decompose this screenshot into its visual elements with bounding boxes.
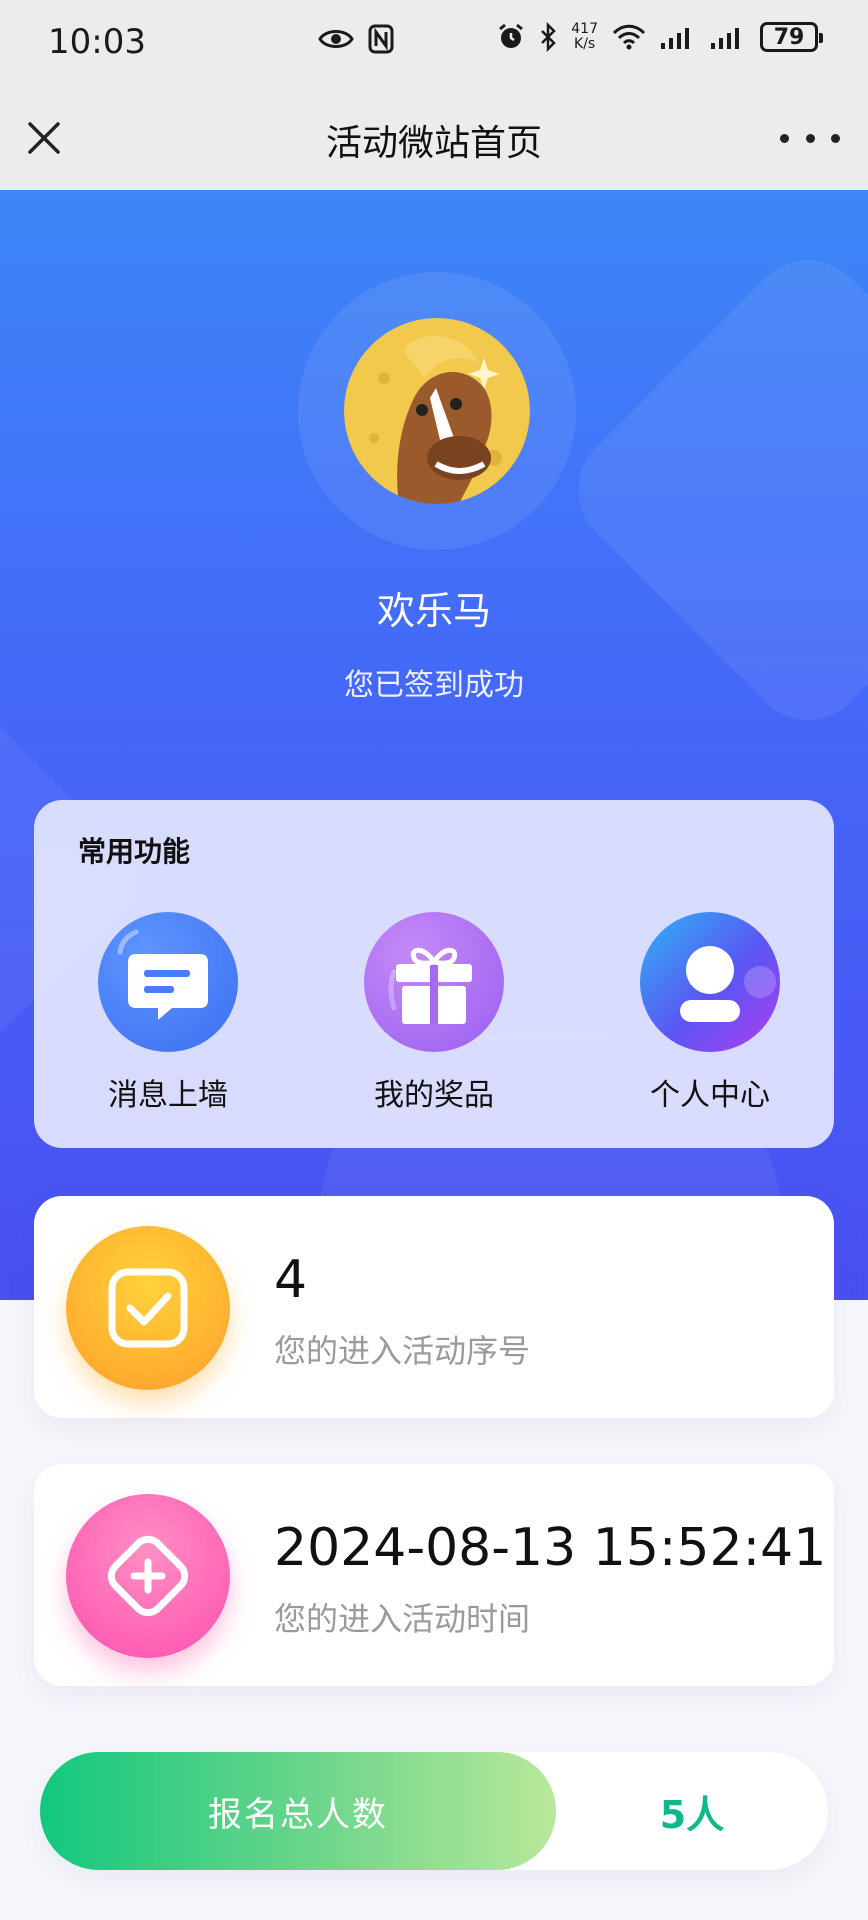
status-icons-right: 417 K/s 79: [497, 22, 823, 52]
alarm-icon: [499, 23, 524, 48]
total-registrants-value: 5人: [659, 1792, 725, 1837]
entry-number-label: 您的进入活动序号: [274, 1332, 531, 1370]
feature-my-prizes[interactable]: 我的奖品: [334, 912, 534, 1114]
features-title: 常用功能: [78, 835, 191, 868]
horse-avatar-image: [344, 318, 530, 504]
total-registrants-button[interactable]: 报名总人数: [40, 1752, 556, 1870]
status-time: 10:03: [48, 22, 146, 62]
user-icon[interactable]: [640, 912, 780, 1052]
signal-icon-2: [711, 28, 739, 49]
entry-time-value: 2024-08-13 15:52:41: [274, 1518, 827, 1578]
entry-time-label: 您的进入活动时间: [274, 1600, 531, 1638]
nav-bar: 活动微站首页: [0, 88, 868, 190]
net-speed-value: 417: [571, 21, 598, 37]
total-registrants-bar: 报名总人数 5人: [40, 1752, 828, 1870]
net-speed-unit: K/s: [574, 36, 596, 52]
nfc-icon: [368, 24, 394, 54]
feature-personal-center[interactable]: 个人中心: [610, 912, 810, 1114]
checkbox-icon: [66, 1226, 230, 1390]
bluetooth-icon: [541, 22, 557, 52]
feature-label: 我的奖品: [374, 1078, 494, 1113]
common-features-card: 常用功能 消息上墙 我的奖品 个人中心: [34, 800, 834, 1148]
gift-icon[interactable]: [364, 912, 504, 1052]
eye-icon: [318, 30, 354, 48]
feature-label: 消息上墙: [108, 1078, 228, 1113]
page-title: 活动微站首页: [325, 123, 542, 164]
checkin-status: 您已签到成功: [344, 668, 524, 703]
feature-label: 个人中心: [650, 1078, 770, 1113]
message-icon[interactable]: [98, 912, 238, 1052]
signal-icon: [661, 28, 689, 49]
more-dots-icon[interactable]: [780, 118, 840, 158]
status-icons-left: [318, 24, 394, 54]
avatar[interactable]: [344, 318, 530, 504]
net-speed: 417 K/s: [571, 22, 598, 52]
entry-time-card: 2024-08-13 15:52:41 您的进入活动时间: [34, 1464, 834, 1686]
battery-indicator: 79: [760, 22, 823, 52]
status-bar: 10:03 417 K/s 79: [0, 0, 868, 88]
feature-message-wall[interactable]: 消息上墙: [68, 912, 268, 1114]
entry-number-value: 4: [274, 1250, 308, 1310]
plus-diamond-icon: [66, 1494, 230, 1658]
wifi-icon: [612, 24, 646, 50]
user-name: 欢乐马: [376, 589, 491, 633]
entry-number-card: 4 您的进入活动序号: [34, 1196, 834, 1418]
